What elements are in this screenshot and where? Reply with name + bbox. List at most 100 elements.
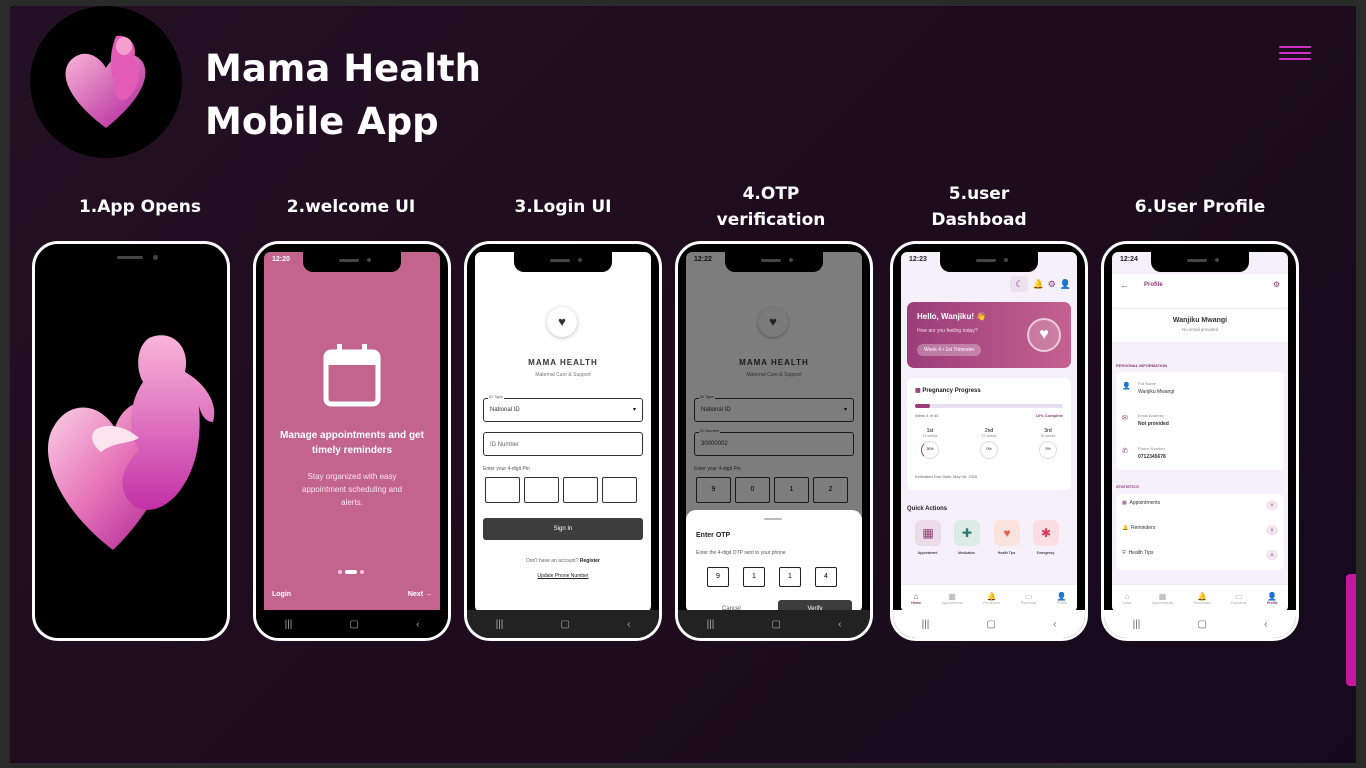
- pin-input[interactable]: [602, 477, 637, 503]
- tab-appointments[interactable]: ▦ Appointments: [941, 592, 962, 605]
- home-icon[interactable]: ▢: [349, 619, 358, 630]
- bell-icon: 🔔: [1197, 592, 1208, 601]
- update-phone-link[interactable]: Update Phone Number: [475, 573, 651, 579]
- tab-profile[interactable]: 👤 Profile: [1057, 592, 1067, 605]
- recents-icon[interactable]: |||: [922, 619, 930, 630]
- health-tips-action-icon[interactable]: ♥: [994, 520, 1020, 546]
- recents-icon[interactable]: |||: [285, 619, 293, 630]
- back-icon[interactable]: ‹: [1264, 619, 1267, 630]
- pregnancy-progress-card: ▦ Pregnancy Progress Week 4 of 40 10% Co…: [907, 378, 1071, 490]
- id-type-select[interactable]: ID Type National ID ▾: [483, 394, 643, 422]
- back-icon[interactable]: ‹: [416, 619, 419, 630]
- back-icon[interactable]: ‹: [1053, 619, 1056, 630]
- app-name: MAMA HEALTH: [739, 358, 809, 367]
- tab-home[interactable]: ⌂ Home: [911, 592, 921, 605]
- pin-input[interactable]: 2: [813, 477, 848, 503]
- recents-icon[interactable]: |||: [707, 619, 715, 630]
- stat-health-tips[interactable]: ⛨ Health Tips 0: [1122, 550, 1278, 566]
- pin-input[interactable]: [485, 477, 520, 503]
- progress-title: ▦ Pregnancy Progress: [915, 388, 981, 394]
- stat-appointments[interactable]: ▦ Appointments 0: [1122, 500, 1278, 516]
- otp-input[interactable]: 4: [815, 567, 837, 587]
- tab-home[interactable]: ⌂ Home: [1122, 592, 1131, 605]
- step-label-4: 4.OTP verification: [716, 184, 826, 230]
- status-time: 12:22: [694, 256, 712, 263]
- sheet-handle[interactable]: [764, 518, 782, 520]
- recents-icon[interactable]: |||: [496, 619, 504, 630]
- pin-input[interactable]: 0: [735, 477, 770, 503]
- app-subtitle: Maternal Care & Support: [535, 372, 591, 378]
- otp-input[interactable]: 1: [779, 567, 801, 587]
- phone-splash: [32, 241, 230, 641]
- otp-sheet-title: Enter OTP: [696, 532, 731, 539]
- trimester-2: 2nd 27 weeks 0%: [974, 428, 1004, 459]
- home-icon: ⌂: [913, 592, 919, 601]
- tab-payments[interactable]: ▭ Payments: [1021, 592, 1037, 605]
- android-nav-bar: ||| ▢ ‹: [1104, 610, 1296, 638]
- menu-icon[interactable]: [1279, 46, 1311, 60]
- gear-icon[interactable]: ⚙: [1273, 280, 1280, 289]
- phone-otp: 12:22 ♥ MAMA HEALTH Maternal Care & Supp…: [675, 241, 873, 641]
- phone-welcome: 12:20 Manage appointments and get timely…: [253, 241, 451, 641]
- email-value: Not provided: [1138, 421, 1169, 427]
- back-icon[interactable]: ‹: [627, 619, 630, 630]
- recents-icon[interactable]: |||: [1133, 619, 1141, 630]
- phone-icon: ✆: [1122, 448, 1128, 455]
- home-icon[interactable]: ▢: [771, 619, 780, 630]
- next-button[interactable]: Next →: [408, 591, 432, 598]
- id-type-select[interactable]: ID Type National ID ▾: [694, 394, 854, 422]
- otp-sheet-desc: Enter the 4-digit OTP sent to your phone: [696, 550, 786, 556]
- pin-input[interactable]: [524, 477, 559, 503]
- home-icon: ⌂: [1124, 592, 1130, 601]
- emergency-action-icon[interactable]: ✱: [1033, 520, 1059, 546]
- progress-bar: [915, 404, 1063, 408]
- home-icon[interactable]: ▢: [986, 619, 995, 630]
- otp-input[interactable]: 9: [707, 567, 729, 587]
- home-icon[interactable]: ▢: [560, 619, 569, 630]
- tab-appointments[interactable]: ▦ Appointments: [1152, 592, 1173, 605]
- pin-input[interactable]: 9: [696, 477, 731, 503]
- stat-reminders[interactable]: 🔔 Reminders 0: [1122, 525, 1278, 541]
- trimester-1: 1st 13 weeks 30%: [915, 428, 945, 459]
- back-arrow-icon[interactable]: ←: [1120, 280, 1129, 290]
- tab-reminders[interactable]: 🔔 Reminders: [983, 592, 1000, 605]
- register-link[interactable]: Register: [580, 558, 600, 564]
- id-number-input[interactable]: ID Number: [483, 432, 643, 456]
- tab-payments[interactable]: ▭ Payments: [1231, 592, 1247, 605]
- login-link[interactable]: Login: [272, 591, 291, 598]
- personal-info-heading: PERSONAL INFORMATION: [1116, 363, 1168, 368]
- moon-icon[interactable]: ☾: [1010, 276, 1029, 292]
- week-of-text: Week 4 of 40: [915, 413, 939, 418]
- user-icon: 👤: [1267, 592, 1278, 601]
- appointment-action-icon[interactable]: ▦: [915, 520, 941, 546]
- side-scroll-handle[interactable]: [1346, 574, 1356, 686]
- arrow-right-icon: →: [425, 591, 432, 598]
- tab-profile[interactable]: 👤 Profile: [1267, 592, 1278, 605]
- user-icon: 👤: [1122, 383, 1131, 390]
- android-nav-bar: ||| ▢ ‹: [256, 610, 448, 638]
- phone-value: 0712345678: [1138, 454, 1166, 460]
- medication-action-icon[interactable]: ✚: [954, 520, 980, 546]
- bell-icon: 🔔: [1122, 525, 1129, 531]
- back-icon[interactable]: ‹: [838, 619, 841, 630]
- pin-input[interactable]: 1: [774, 477, 809, 503]
- bell-icon[interactable]: 🔔: [1032, 279, 1043, 290]
- page-title: Mama Health Mobile App: [205, 42, 565, 148]
- sign-in-button[interactable]: Sign In: [483, 518, 643, 540]
- home-icon[interactable]: ▢: [1197, 619, 1206, 630]
- tab-reminders[interactable]: 🔔 Reminders: [1194, 592, 1211, 605]
- id-number-input[interactable]: ID Number 30000002: [694, 428, 854, 456]
- pin-input[interactable]: [563, 477, 598, 503]
- gear-icon[interactable]: ⚙: [1048, 279, 1056, 290]
- user-icon[interactable]: 👤: [1060, 279, 1071, 290]
- health-tips-action-label: Health Tips: [997, 551, 1016, 555]
- step-label-2: 2.welcome UI: [286, 197, 416, 217]
- user-icon: 👤: [1056, 592, 1067, 601]
- otp-input[interactable]: 1: [743, 567, 765, 587]
- greeting-text: Hello, Wanjiku! 👋: [917, 312, 987, 321]
- otp-inputs: 9 1 1 4: [707, 567, 837, 587]
- heart-icon: ♥: [1027, 318, 1061, 352]
- quick-actions-title: Quick Actions: [907, 506, 948, 512]
- mail-icon: ✉: [1122, 415, 1128, 422]
- week-chip[interactable]: Week 4 • 1st Trimester: [917, 344, 982, 356]
